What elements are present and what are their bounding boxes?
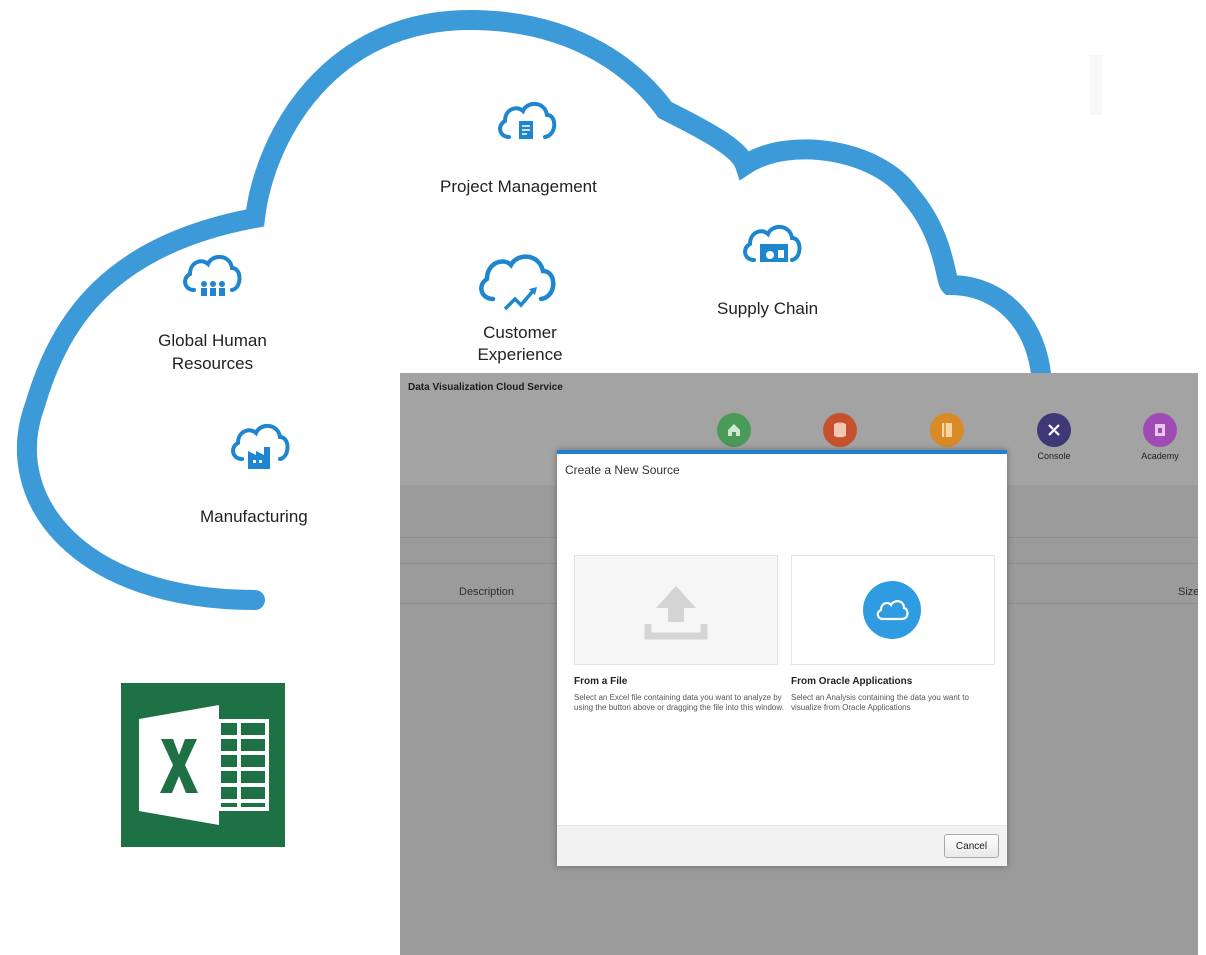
- from-file-card[interactable]: [574, 555, 778, 665]
- customer-experience-label-2: Experience: [477, 345, 563, 364]
- from-oracle-applications-card[interactable]: [791, 555, 995, 665]
- tools-icon: [1037, 413, 1071, 447]
- column-header-description[interactable]: Description: [459, 586, 514, 598]
- dialog-title: Create a New Source: [565, 463, 680, 477]
- academy-icon: [1143, 413, 1177, 447]
- manufacturing-label: Manufacturing: [200, 507, 308, 526]
- customer-experience-label-1: Customer: [483, 323, 557, 342]
- database-icon: [823, 413, 857, 447]
- project-management-icon: [498, 102, 557, 139]
- dialog-footer: Cancel: [557, 825, 1007, 866]
- project-management-label: Project Management: [440, 177, 597, 196]
- nav-console[interactable]: Console: [1024, 413, 1084, 462]
- supply-chain-icon: [743, 225, 802, 262]
- cancel-button[interactable]: Cancel: [944, 834, 999, 858]
- global-human-resources-icon: [183, 255, 242, 296]
- nav-label-academy: Academy: [1141, 451, 1179, 461]
- home-icon: [717, 413, 751, 447]
- book-icon: [930, 413, 964, 447]
- nav-label-console: Console: [1037, 451, 1071, 461]
- nav-academy[interactable]: Academy: [1130, 413, 1190, 462]
- global-human-resources-label-1: Global Human: [158, 331, 267, 350]
- create-new-source-dialog: Create a New Source From a File Select a…: [557, 450, 1007, 866]
- upload-icon: [644, 586, 708, 640]
- supply-chain-label: Supply Chain: [717, 299, 819, 318]
- from-file-description: Select an Excel file containing data you…: [574, 693, 784, 712]
- column-header-size[interactable]: Size: [1178, 586, 1198, 598]
- customer-experience-icon: [479, 254, 556, 311]
- oracle-cloud-icon: [863, 581, 921, 639]
- from-oracle-applications-description: Select an Analysis containing the data y…: [791, 693, 969, 712]
- global-human-resources-label-2: Resources: [171, 354, 254, 373]
- app-title: Data Visualization Cloud Service: [408, 382, 563, 393]
- excel-logo-icon: [121, 683, 285, 847]
- manufacturing-icon: [231, 424, 290, 469]
- from-file-title: From a File: [574, 676, 628, 687]
- from-oracle-applications-title: From Oracle Applications: [791, 676, 913, 687]
